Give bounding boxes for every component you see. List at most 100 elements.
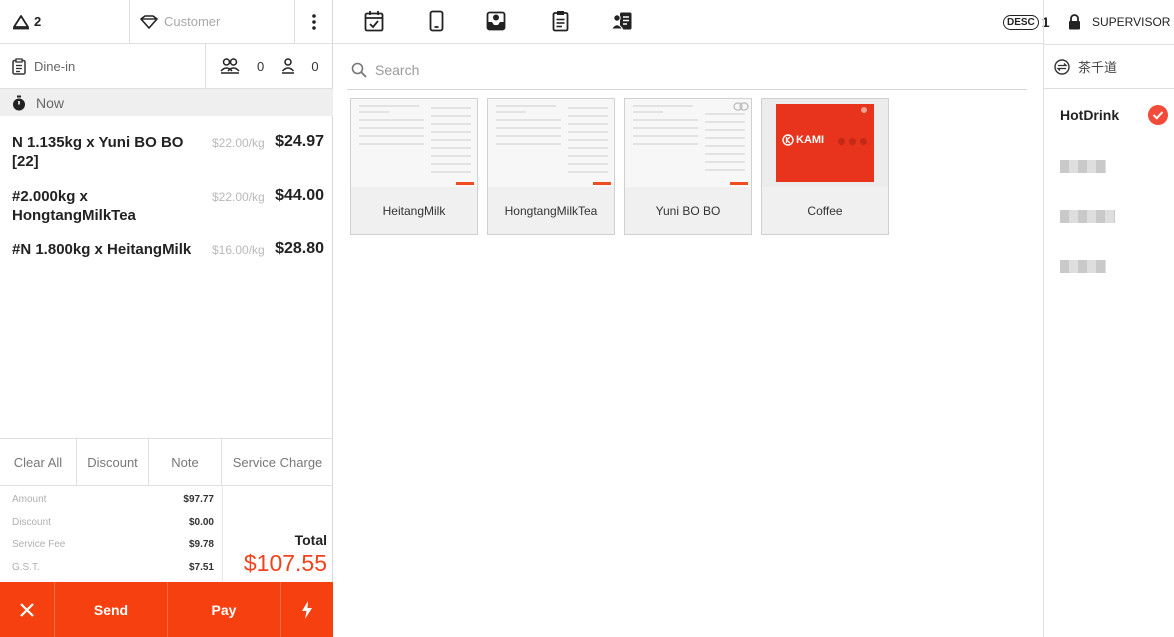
product-name: HongtangMilkTea [488,187,614,234]
search-bar[interactable]: Search [347,50,1027,90]
product-name: Yuni BO BO [625,187,751,234]
category-item[interactable] [1060,260,1106,273]
more-menu-button[interactable] [295,0,333,43]
order-type-label: Dine-in [34,58,76,74]
link-icon [733,102,749,111]
product-card[interactable]: KAMI Coffee [761,98,889,235]
search-placeholder: Search [375,61,420,78]
order-item-unit-price: $16.00/kg [212,243,265,257]
user-role: SUPERVISOR [1092,15,1171,29]
store-name: 茶千道 [1078,60,1118,75]
product-name: Coffee [762,187,888,234]
amount-row: Amount $97.77 [12,494,214,510]
person-count: 0 [311,58,319,74]
order-item-name: #2.000kg x HongtangMilkTea [12,188,136,224]
service-fee-row: Service Fee $9.78 [12,539,214,555]
cash-drawer-icon [486,11,506,31]
discount-label: Discount [12,517,51,528]
user-menu[interactable]: SUPERVISOR [1068,0,1170,44]
table-selector[interactable]: 2 [0,0,130,43]
lock-icon [1068,14,1081,30]
order-summary: Amount $97.77 Discount $0.00 Service Fee… [0,486,333,582]
customer-placeholder: Customer [164,14,221,29]
clear-all-button[interactable]: Clear All [0,439,77,485]
order-top-bar: 2 Customer [0,0,333,44]
category-item[interactable] [1060,210,1115,223]
diamond-icon [140,14,158,29]
order-item-unit-price: $22.00/kg [212,190,265,204]
product-thumbnail [625,99,751,187]
staff-button[interactable] [609,8,635,34]
orders-button[interactable] [547,8,573,34]
kami-logo: KAMI [782,134,824,146]
clipboard-list-icon [552,10,569,32]
coffee-app-image: KAMI [776,104,874,182]
clipboard-icon [12,57,26,75]
summary-divider [222,486,223,582]
order-type-selector[interactable]: Dine-in [0,44,206,88]
category-item[interactable] [1060,160,1106,173]
order-item-total: $28.80 [275,240,324,257]
category-item-hotdrink[interactable]: HotDrink [1060,107,1119,123]
table-bell-icon [12,14,30,30]
table-number: 2 [34,14,42,29]
product-thumbnail: KAMI [762,99,888,187]
order-time-label: Now [36,94,65,111]
check-circle-icon [1148,105,1168,125]
gst-row: G.S.T. $7.51 [12,562,214,578]
service-fee-value: $9.78 [188,539,214,550]
product-thumbnail [488,99,614,187]
guests-count: 0 [256,58,265,74]
close-icon [19,602,35,618]
pay-button[interactable]: Pay [168,582,281,637]
calendar-check-icon [364,10,384,32]
kami-logo-text: KAMI [796,134,825,146]
switch-icon [1054,58,1070,75]
staff-id-icon [611,11,633,31]
cash-drawer-button[interactable] [483,8,509,34]
discount-row: Discount $0.00 [12,517,214,533]
order-panel: 2 Customer Dine-in 0 0 Now N 1.135kg x Y… [0,0,333,637]
order-item-unit-price: $22.00/kg [212,136,265,150]
order-actions: Clear All Discount Note Service Charge [0,438,333,486]
order-type-bar: Dine-in 0 0 [0,44,333,89]
discount-value: $0.00 [188,517,214,528]
guests-icon [220,58,240,74]
customer-selector[interactable]: Customer [130,0,295,43]
quick-pay-button[interactable] [281,582,333,637]
product-name: HeitangMilk [351,187,477,234]
note-button[interactable]: Note [149,439,222,485]
order-time-selector[interactable]: Now [0,89,333,116]
discount-button[interactable]: Discount [77,439,149,485]
service-charge-button[interactable]: Service Charge [222,439,333,485]
store-switcher[interactable]: 茶千道 [1044,44,1174,89]
desc-badge: DESC [1003,14,1039,30]
main-toolbar: Search [333,0,1043,90]
amount-label: Amount [12,494,47,505]
checkout-bar: Send Pay [0,582,333,637]
send-button[interactable]: Send [55,582,168,637]
gst-value: $7.51 [188,562,214,573]
product-thumbnail [351,99,477,187]
cancel-order-button[interactable] [0,582,55,637]
product-card[interactable]: Yuni BO BO [624,98,752,235]
stopwatch-icon [12,95,26,111]
tablet-button[interactable] [423,8,449,34]
product-panel: Search HeitangMilk HongtangMilkTea Yuni … [333,0,1050,637]
amount-value: $97.77 [183,494,214,505]
tablet-icon [429,10,444,32]
order-item-name: N 1.135kg x Yuni BO BO [22] [12,134,184,170]
order-item-name: #N 1.800kg x HeitangMilk [12,241,192,258]
more-vertical-icon [312,13,316,30]
category-panel: SUPERVISOR 茶千道 HotDrink [1043,0,1174,637]
pax-counter[interactable]: 0 0 [206,44,333,88]
lightning-icon [301,600,313,619]
product-card[interactable]: HongtangMilkTea [487,98,615,235]
order-item-total: $24.97 [275,133,324,150]
total-label: Total [294,532,327,548]
calendar-check-button[interactable] [361,8,387,34]
service-fee-label: Service Fee [12,539,66,550]
product-card[interactable]: HeitangMilk [350,98,478,235]
gst-label: G.S.T. [12,562,40,573]
total-value: $107.55 [243,550,327,576]
